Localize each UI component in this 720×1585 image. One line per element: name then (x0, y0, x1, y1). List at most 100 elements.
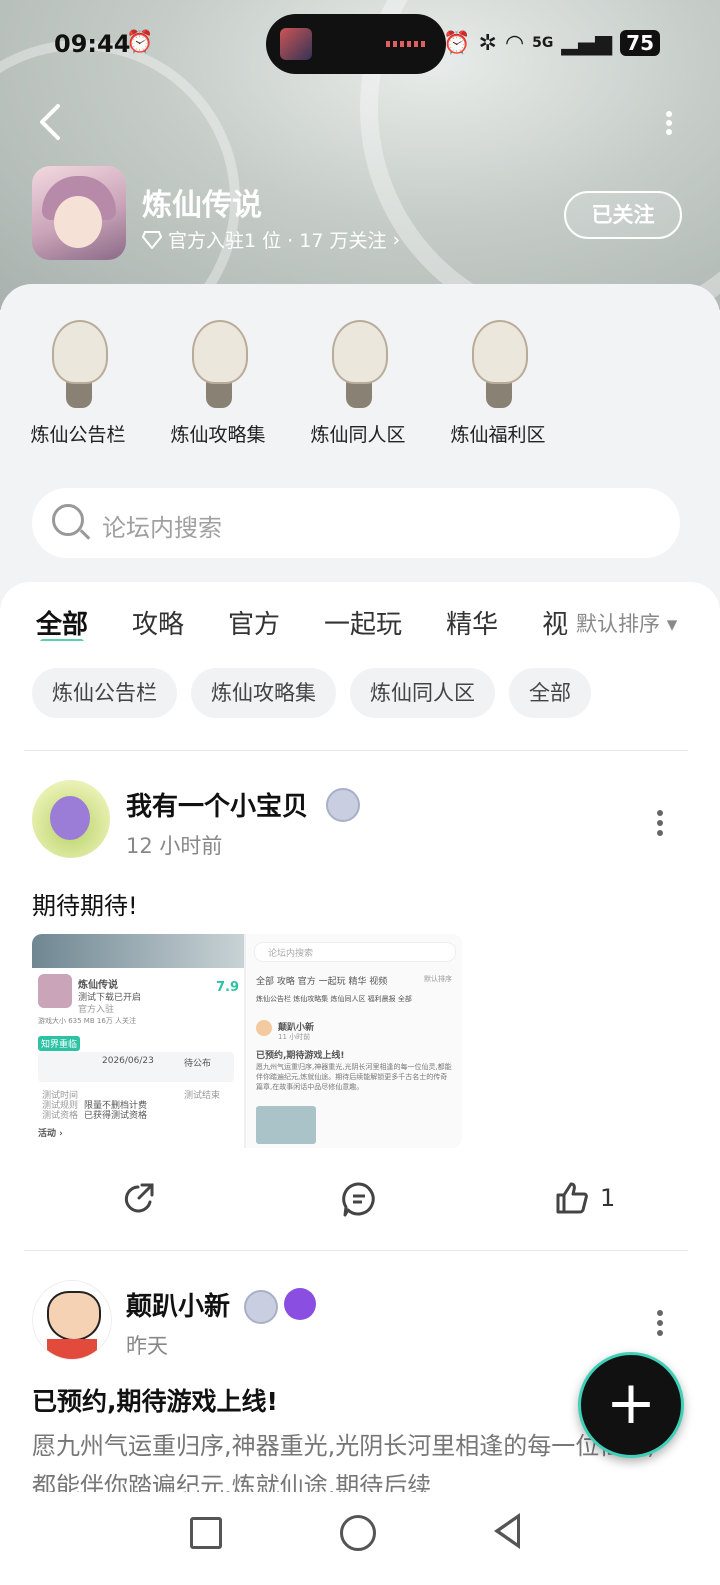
image-text: 官方入驻 (78, 1005, 115, 1015)
forum-stats: 官方入驻1 位 · 17 万关注 (168, 230, 387, 252)
filter-chips: 炼仙公告栏 炼仙攻略集 炼仙同人区 全部 (32, 668, 591, 718)
like-count: 1 (600, 1184, 616, 1212)
avatar[interactable] (32, 780, 110, 858)
image-score: 7.9 (216, 980, 240, 995)
tab-official[interactable]: 官方 (228, 604, 280, 641)
tab-video[interactable]: 视 (542, 604, 568, 641)
app-icon (32, 166, 126, 260)
image-app-icon (38, 974, 72, 1008)
image-text: 游戏大小 635 MB 16万 人关注 (38, 1017, 137, 1025)
search-placeholder: 论坛内搜索 (102, 514, 222, 542)
post-image-1[interactable]: 炼仙传说 测试下载已开启 官方入驻 7.9 游戏大小 635 MB 16万 人关… (32, 934, 246, 1148)
share-button[interactable] (120, 1180, 158, 1218)
post-images[interactable]: 炼仙传说 测试下载已开启 官方入驻 7.9 游戏大小 635 MB 16万 人关… (32, 934, 462, 1148)
post-body: 愿九州气运重归序,神器重光,光阴长河里相逢的每一位仙灵,都能伴你踏遍纪元,炼就仙… (32, 1432, 655, 1492)
post-card[interactable]: 我有一个小宝贝 12 小时前 期待期待! 炼仙传说 测试下载已开启 官方入驻 7… (0, 750, 720, 1250)
app-icon-face (54, 196, 102, 248)
category-item[interactable]: 炼仙攻略集 (168, 302, 268, 447)
avatar-shirt (47, 1339, 97, 1359)
back-arrow-icon[interactable] (36, 102, 76, 142)
chevron-right-icon: › (392, 228, 401, 251)
tab-play-together[interactable]: 一起玩 (324, 604, 402, 641)
post-username[interactable]: 我有一个小宝贝 (126, 786, 308, 823)
image-text: 2026/06/23 (102, 1056, 154, 1066)
category-label: 炼仙攻略集 (170, 424, 266, 446)
like-button[interactable]: 1 (554, 1180, 615, 1216)
creature-icon (460, 308, 536, 412)
status-icons: ⏰ ✲ ◠ 5G ▂▄▆ 75 (443, 30, 660, 56)
image-text: 炼仙传说 (78, 980, 118, 991)
category-label: 炼仙同人区 (310, 424, 406, 446)
creature-icon (320, 308, 396, 412)
comment-button[interactable] (340, 1180, 378, 1218)
image-thumbnail (256, 1106, 316, 1144)
image-text: 待公布 (184, 1059, 212, 1069)
category-label: 炼仙福利区 (450, 424, 546, 446)
media-thumbnail (280, 28, 312, 60)
image-text: 默认排序 (424, 975, 452, 983)
sort-label: 默认排序 (576, 612, 660, 636)
tab-all[interactable]: 全部 (36, 604, 88, 641)
tab-guides[interactable]: 攻略 (132, 604, 184, 641)
filter-chip[interactable]: 全部 (509, 668, 591, 718)
developer-badge-icon (284, 1288, 316, 1320)
follow-button[interactable]: 已关注 (564, 191, 682, 239)
image-text: 全部 攻略 官方 一起玩 精华 视频 (256, 977, 388, 987)
signal-icon: ▂▄▆ (561, 30, 613, 56)
category-item[interactable]: 炼仙同人区 (308, 302, 408, 447)
avatar-face (47, 1291, 101, 1341)
sort-dropdown[interactable]: 默认排序 ▾ (576, 608, 677, 638)
category-shortcuts: 炼仙公告栏 炼仙攻略集 炼仙同人区 炼仙福利区 (28, 302, 548, 447)
image-text: 论坛内搜索 (268, 949, 314, 959)
image-text: 测试资格 (42, 1111, 79, 1121)
more-vertical-icon[interactable] (664, 108, 674, 138)
post-actions: 1 (0, 1170, 720, 1230)
post-more-icon[interactable] (656, 1306, 664, 1340)
category-item[interactable]: 炼仙公告栏 (28, 302, 128, 447)
diamond-icon (142, 230, 162, 249)
post-time: 昨天 (126, 1334, 168, 1358)
system-navigation-bar (0, 1495, 720, 1585)
post-image-2[interactable]: 论坛内搜索 全部 攻略 官方 一起玩 精华 视频 默认排序 炼仙公告栏 炼仙攻略… (246, 934, 462, 1148)
filter-chip[interactable]: 炼仙同人区 (350, 668, 495, 718)
avatar-creature (50, 796, 90, 840)
filter-chip[interactable]: 炼仙公告栏 (32, 668, 177, 718)
image-avatar (256, 1020, 272, 1036)
search-icon (52, 504, 84, 536)
back-nav-icon[interactable] (494, 1513, 520, 1549)
avatar[interactable] (32, 1280, 112, 1360)
thumbs-up-icon (556, 1182, 588, 1214)
tab-featured[interactable]: 精华 (446, 604, 498, 641)
home-icon[interactable] (340, 1515, 376, 1551)
battery-level: 75 (620, 30, 660, 56)
post-time: 12 小时前 (126, 834, 223, 858)
tab-bar: 全部 攻略 官方 一起玩 精华 视 (36, 604, 576, 641)
image-text: 测试结束 (184, 1091, 221, 1101)
forum-stats-link[interactable]: 官方入驻1 位 · 17 万关注 › (142, 226, 400, 253)
waveform-icon (386, 41, 426, 47)
category-item[interactable]: 炼仙福利区 (448, 302, 548, 447)
recent-apps-icon[interactable] (190, 1517, 222, 1549)
category-label: 炼仙公告栏 (30, 424, 126, 446)
image-text: 11 小时前 (278, 1033, 311, 1041)
post-more-icon[interactable] (656, 806, 664, 840)
fan-icon: ✲ (478, 30, 497, 56)
level-badge-icon (326, 788, 360, 822)
comment-icon (342, 1182, 375, 1217)
create-post-button[interactable]: + (578, 1352, 684, 1458)
post-text: 期待期待! (32, 892, 138, 920)
alarm-icon-right: ⏰ (443, 30, 471, 56)
app-name: 炼仙传说 (142, 188, 262, 223)
filter-chip[interactable]: 炼仙攻略集 (191, 668, 336, 718)
status-bar: 09:44 ⏰ ⏰ ✲ ◠ 5G ▂▄▆ 75 (0, 0, 720, 90)
level-badge-icon (244, 1290, 278, 1324)
image-text: 炼仙公告栏 炼仙攻略集 炼仙同人区 福利晨报 全部 (256, 995, 412, 1003)
alarm-icon: ⏰ (126, 30, 154, 55)
creature-icon (40, 308, 116, 412)
image-text: 已预约,期待游戏上线! (256, 1051, 345, 1061)
search-input[interactable]: 论坛内搜索 (32, 488, 680, 558)
status-time: 09:44 (54, 30, 131, 58)
creature-icon (180, 308, 256, 412)
post-username[interactable]: 颠趴小新 (126, 1286, 230, 1323)
dynamic-island (266, 14, 446, 74)
